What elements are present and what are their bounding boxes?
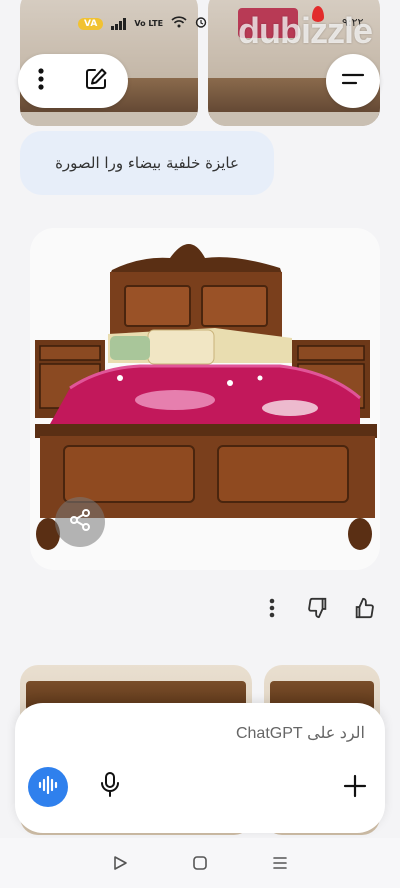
sidebar-button[interactable] — [326, 54, 380, 108]
dubizzle-watermark: dubizzle — [238, 6, 373, 51]
more-vertical-icon[interactable] — [38, 68, 44, 94]
top-controls — [18, 54, 128, 108]
voice-wave-icon — [37, 775, 59, 798]
square-icon[interactable] — [188, 851, 212, 875]
floor-detail — [20, 112, 198, 126]
status-bar: VA Vo LTE — [78, 16, 207, 31]
play-triangle-icon[interactable] — [108, 851, 132, 875]
mic-icon — [99, 771, 121, 803]
system-navigation-bar — [0, 838, 400, 888]
user-message-bubble: عايزة خلفية بيضاء ورا الصورة — [20, 131, 274, 195]
dictation-button[interactable] — [95, 771, 125, 803]
menu-lines-icon — [341, 71, 365, 91]
lines-icon[interactable] — [268, 851, 292, 875]
reply-input[interactable]: الرد على ChatGPT — [35, 723, 365, 743]
message-composer: الرد على ChatGPT — [15, 703, 385, 833]
user-message-text: عايزة خلفية بيضاء ورا الصورة — [55, 154, 239, 172]
attach-button[interactable] — [340, 773, 370, 803]
alarm-icon — [195, 16, 207, 31]
share-icon — [68, 508, 92, 536]
thumbs-up-icon[interactable] — [352, 596, 376, 620]
share-button[interactable] — [55, 497, 105, 547]
wifi-icon — [171, 16, 187, 31]
floor-detail — [208, 112, 380, 126]
plus-icon — [343, 774, 367, 802]
edit-icon[interactable] — [84, 67, 108, 95]
signal-icon — [111, 17, 127, 30]
network-label: Vo LTE — [134, 18, 164, 28]
thumbs-down-icon[interactable] — [306, 596, 330, 620]
response-actions — [260, 596, 376, 620]
voice-mode-button[interactable] — [28, 767, 68, 807]
more-vertical-icon[interactable] — [260, 596, 284, 620]
carrier-badge: VA — [78, 17, 104, 30]
